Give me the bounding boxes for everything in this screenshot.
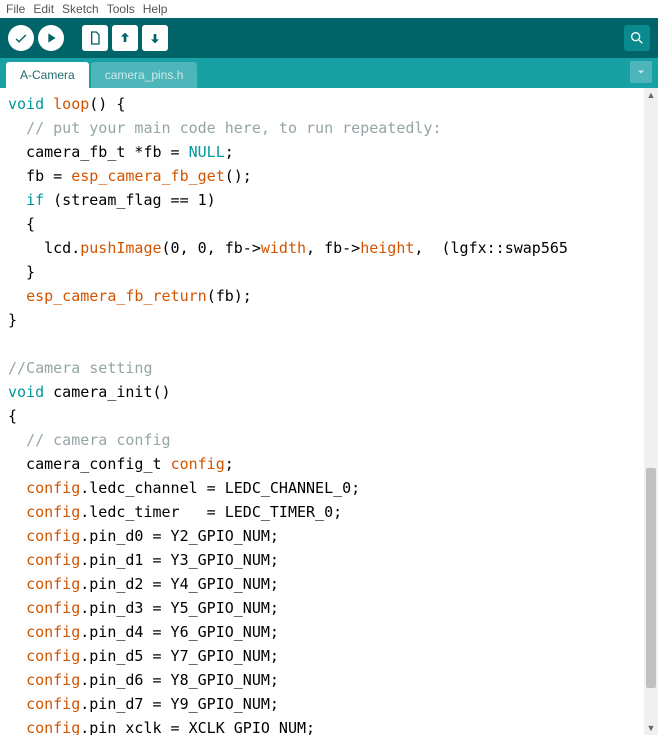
new-sketch-button[interactable] [82,25,108,51]
scroll-up-icon[interactable]: ▲ [644,88,658,102]
code-editor[interactable]: void loop() { // put your main code here… [0,88,658,735]
serial-monitor-button[interactable] [624,25,650,51]
scroll-down-icon[interactable]: ▼ [644,721,658,735]
code-text[interactable]: void loop() { // put your main code here… [0,88,658,735]
menu-help[interactable]: Help [141,2,170,16]
check-icon [13,30,29,46]
open-sketch-button[interactable] [112,25,138,51]
verify-button[interactable] [8,25,34,51]
vertical-scrollbar[interactable]: ▲ ▼ [644,88,658,735]
tab-bar: A-Camera camera_pins.h [0,58,658,88]
arrow-right-icon [43,30,59,46]
file-icon [87,30,103,46]
tab-a-camera[interactable]: A-Camera [6,62,89,88]
scroll-thumb[interactable] [646,468,656,688]
magnifier-icon [629,30,645,46]
menu-file[interactable]: File [4,2,27,16]
tab-camera-pins[interactable]: camera_pins.h [91,62,198,88]
menu-edit[interactable]: Edit [31,2,56,16]
toolbar [0,18,658,58]
menu-bar: File Edit Sketch Tools Help [0,0,658,18]
tab-menu-button[interactable] [630,61,652,83]
chevron-down-icon [635,66,647,78]
menu-tools[interactable]: Tools [105,2,137,16]
arrow-up-icon [117,30,133,46]
upload-button[interactable] [38,25,64,51]
save-sketch-button[interactable] [142,25,168,51]
menu-sketch[interactable]: Sketch [60,2,101,16]
arrow-down-icon [147,30,163,46]
